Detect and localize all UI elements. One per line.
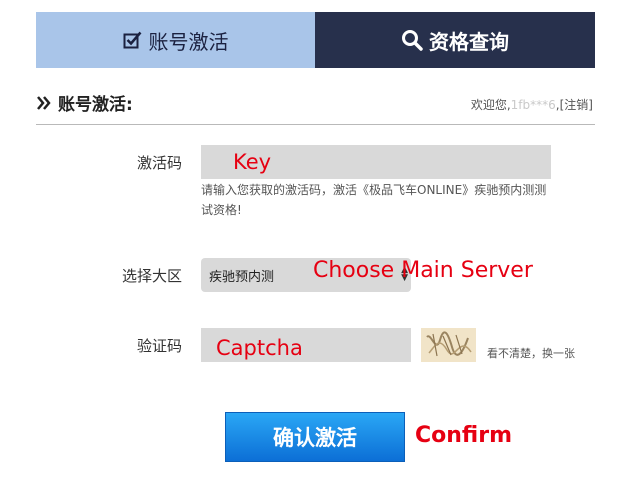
checkbox-check-icon	[123, 30, 143, 50]
activation-code-input[interactable]	[201, 145, 551, 179]
activation-code-hint: 请输入您获取的激活码，激活《极品飞车ONLINE》疾驰预内测测试资格!	[201, 183, 547, 217]
server-select-value: 疾驰预内测	[209, 270, 275, 285]
section-title-text: 账号激活:	[58, 95, 133, 115]
section-header: 账号激活: 欢迎您,1fb***6,[注销]	[36, 84, 595, 125]
captcha-input[interactable]	[201, 328, 411, 362]
captcha-image[interactable]	[421, 328, 476, 362]
confirm-activation-button[interactable]: 确认激活	[225, 412, 405, 462]
confirm-annotation: Confirm	[415, 423, 513, 448]
activation-code-label: 激活码	[136, 154, 182, 172]
welcome-text: 欢迎您,1fb***6,[注销]	[471, 96, 593, 113]
tab-label: 资格查询	[429, 29, 509, 54]
server-select-label: 选择大区	[121, 267, 182, 285]
welcome-prefix: 欢迎您,	[470, 98, 511, 112]
page-title: 账号激活:	[36, 90, 133, 115]
captcha-label: 验证码	[136, 337, 182, 355]
server-annotation: Choose Main Server	[313, 258, 533, 283]
captcha-refresh-link[interactable]: 看不清楚，换一张	[487, 345, 575, 361]
double-chevron-right-icon	[36, 95, 52, 111]
tab-label: 账号激活	[148, 29, 229, 54]
tab-eligibility-query[interactable]: 资格查询	[315, 12, 595, 68]
search-icon	[401, 29, 423, 51]
logout-link[interactable]: [注销]	[560, 98, 593, 112]
username: 1fb***6	[510, 98, 556, 112]
tab-account-activation[interactable]: 账号激活	[36, 12, 315, 68]
tab-bar: 账号激活 资格查询	[36, 12, 595, 68]
